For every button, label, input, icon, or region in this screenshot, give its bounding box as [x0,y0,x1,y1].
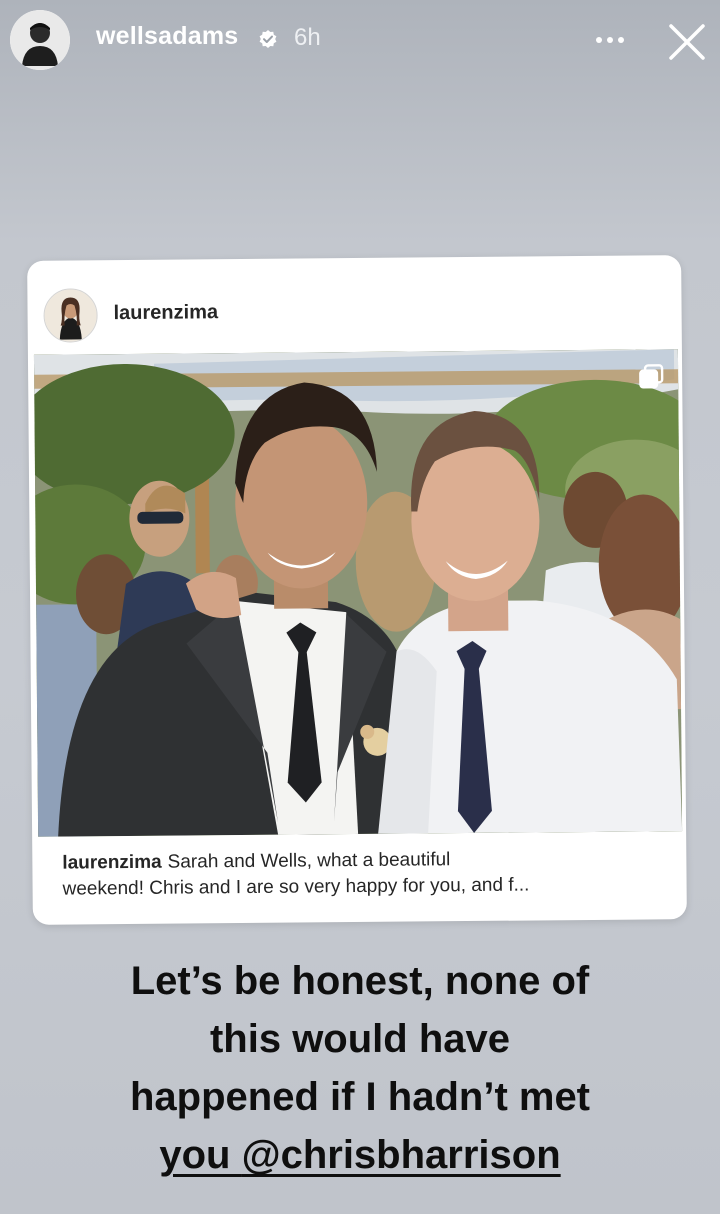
shared-post-username[interactable]: laurenzima [113,301,218,325]
story-viewer[interactable]: wellsadams 6h laurenzima laurenzima Sara… [0,0,720,1214]
story-header: wellsadams 6h [0,0,720,84]
verified-badge-icon [258,29,278,49]
story-text-overlay: Let’s be honest, none of this would have… [20,952,700,1184]
mention-link[interactable]: @chrisbharrison [242,1133,561,1177]
profile-avatar[interactable] [10,10,70,70]
shared-post-avatar[interactable] [43,288,98,343]
shared-post-photo[interactable] [33,349,683,837]
shared-post-caption: laurenzima Sarah and Wells, what a beauti… [62,845,662,902]
shared-post-card[interactable]: laurenzima laurenzima Sarah and Wells, w… [27,255,687,925]
mention-prefix: you [159,1133,242,1177]
caption-text-line1: Sarah and Wells, what a beautiful [167,849,451,873]
story-text-line: you @chrisbharrison [20,1126,700,1184]
story-text-line: Let’s be honest, none of [130,959,590,1003]
carousel-icon [638,363,664,389]
shared-post-header: laurenzima [27,255,682,355]
caption-text-line2: weekend! Chris and I are so very happy f… [62,874,530,900]
story-text-line: this would have [209,1017,511,1061]
more-options-icon[interactable] [592,30,628,50]
close-icon[interactable] [665,20,709,64]
story-time-ago: 6h [294,24,321,51]
story-username[interactable]: wellsadams [96,22,238,51]
story-text-line: happened if I hadn’t met [129,1075,591,1119]
caption-username[interactable]: laurenzima [62,852,161,874]
